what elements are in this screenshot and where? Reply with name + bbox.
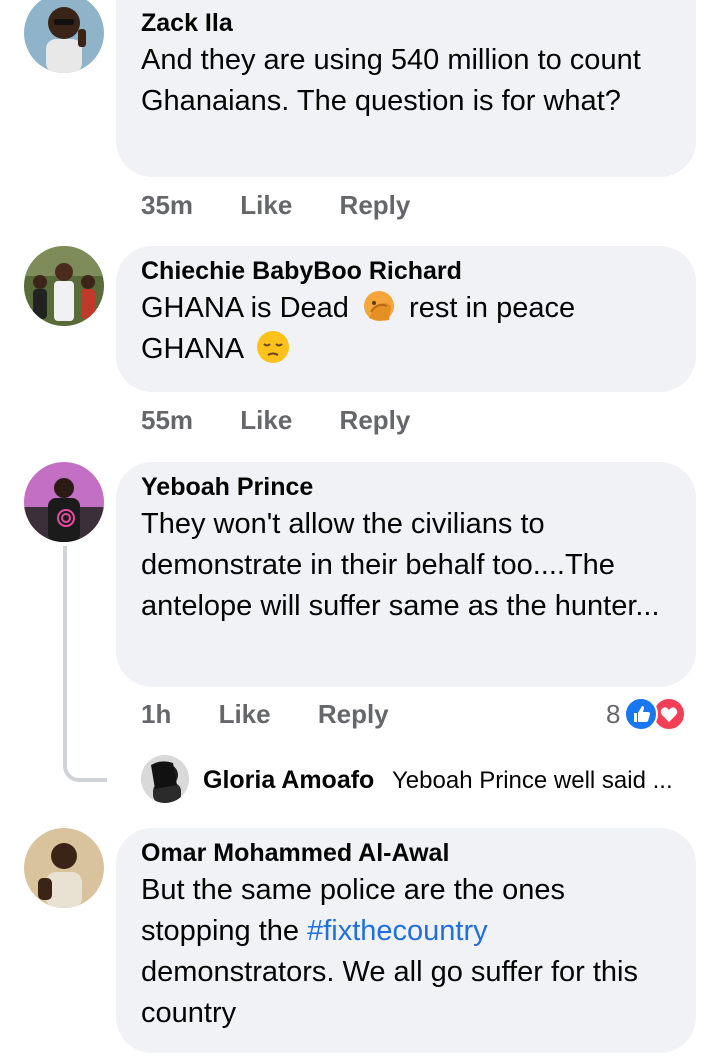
comment-time[interactable]: 35m xyxy=(141,188,193,222)
comment-time[interactable]: 55m xyxy=(141,403,193,437)
avatar-image xyxy=(24,462,104,542)
like-button[interactable]: Like xyxy=(219,697,271,731)
avatar[interactable] xyxy=(24,462,104,542)
pensive-face-emoji-icon xyxy=(256,331,289,363)
avatar[interactable] xyxy=(24,828,104,908)
comment-bubble: Zack Ila And they are using 540 million … xyxy=(116,0,696,177)
comment-text: GHANA is Dead rest in peace GHANA xyxy=(141,288,672,370)
face-palm-emoji-icon xyxy=(363,291,394,321)
comment-text: And they are using 540 million to count … xyxy=(141,44,641,117)
comment-author[interactable]: Omar Mohammed Al-Awal xyxy=(141,838,672,868)
avatar-image xyxy=(24,246,104,326)
like-button[interactable]: Like xyxy=(240,403,292,437)
comment-time[interactable]: 1h xyxy=(141,697,171,731)
reply-preview[interactable]: Gloria Amoafo Yeboah Prince well said ..… xyxy=(141,755,711,805)
comment-bubble: Chiechie BabyBoo Richard GHANA is Dead r… xyxy=(116,246,696,392)
avatar[interactable] xyxy=(141,755,189,803)
hashtag-link[interactable]: #fixthecountry xyxy=(307,915,488,947)
avatar-image xyxy=(24,828,104,908)
like-button[interactable]: Like xyxy=(240,188,292,222)
reply-button[interactable]: Reply xyxy=(340,403,411,437)
comment-author[interactable]: Yeboah Prince xyxy=(141,472,672,502)
comment-text-part: rest in peace xyxy=(409,292,576,324)
reply-thread-line xyxy=(63,546,107,782)
comment-actions: 35m Like Reply xyxy=(141,188,410,222)
reply-button[interactable]: Reply xyxy=(340,188,411,222)
reply-button[interactable]: Reply xyxy=(318,697,389,731)
comment-text-part: GHANA is Dead xyxy=(141,292,349,324)
comment-bubble: Omar Mohammed Al-Awal But the same polic… xyxy=(116,828,696,1053)
comment-text-part: demonstrators. We all go suffer for this… xyxy=(141,956,638,1029)
comment-author[interactable]: Zack Ila xyxy=(141,8,672,38)
comment-actions: 1h Like Reply xyxy=(141,697,389,731)
comment-text: They won't allow the civilians to demons… xyxy=(141,508,660,622)
comment-actions: 55m Like Reply xyxy=(141,403,410,437)
comment-text-part: GHANA xyxy=(141,333,243,365)
avatar[interactable] xyxy=(24,0,104,73)
avatar[interactable] xyxy=(24,246,104,326)
comment-text: But the same police are the ones stoppin… xyxy=(141,870,672,1034)
comment-author[interactable]: Chiechie BabyBoo Richard xyxy=(141,256,672,286)
avatar-image xyxy=(24,0,104,73)
reply-text: Yeboah Prince well said ... xyxy=(392,767,673,794)
like-reaction-icon xyxy=(624,697,659,731)
reply-author[interactable]: Gloria Amoafo xyxy=(203,765,374,795)
reaction-count: 8 xyxy=(606,698,621,729)
reaction-summary[interactable]: 8 xyxy=(606,697,687,731)
avatar-image xyxy=(141,755,189,803)
comment-bubble: Yeboah Prince They won't allow the civil… xyxy=(116,462,696,687)
